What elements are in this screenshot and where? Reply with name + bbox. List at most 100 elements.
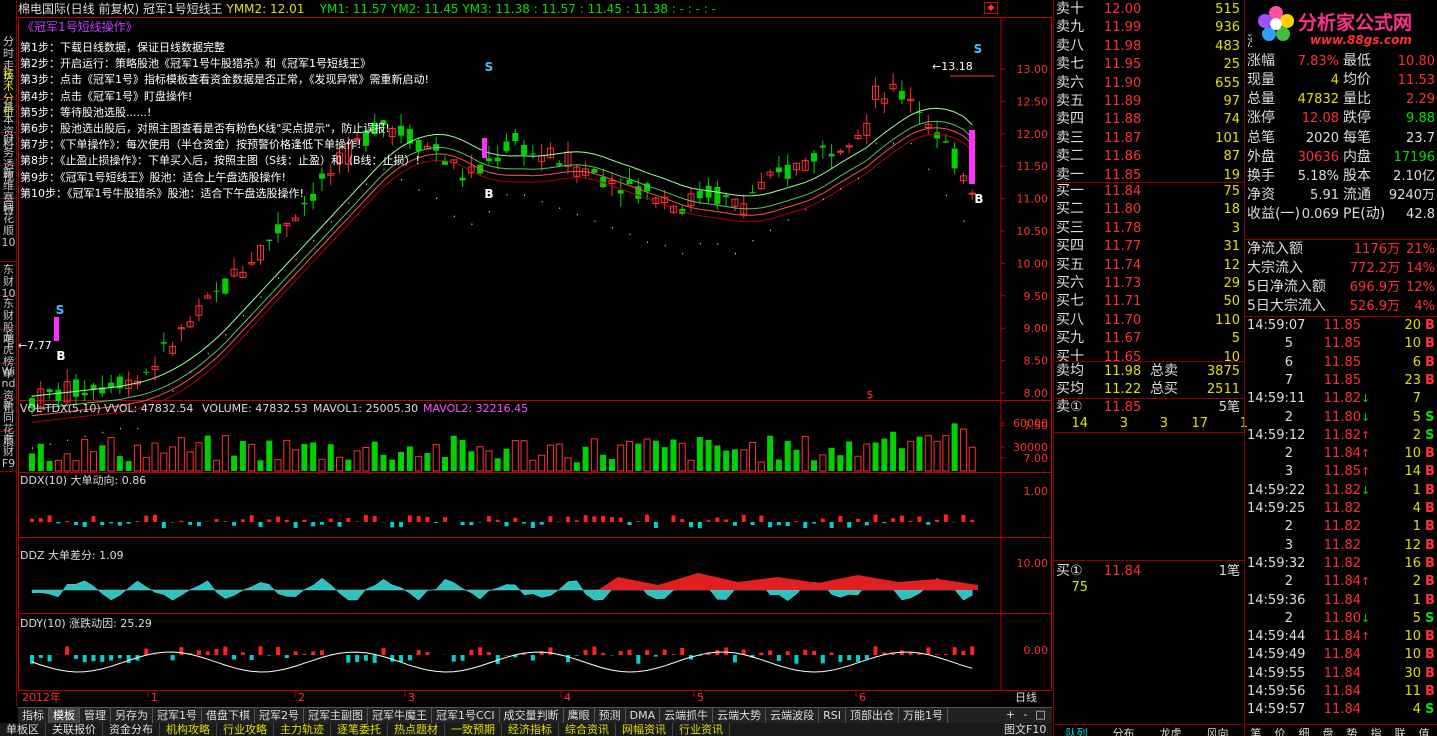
tick-row: 6 11.85 6 B xyxy=(1245,354,1437,372)
sell-signal-marker: S xyxy=(974,42,983,56)
info-tab[interactable]: 价 xyxy=(1268,725,1292,736)
info-tab[interactable]: 盘 xyxy=(1316,725,1340,736)
close-icon[interactable]: ◆ xyxy=(984,2,998,14)
indicator-tab[interactable]: 模板 xyxy=(49,708,80,723)
volume-bar xyxy=(968,446,976,472)
news-tab[interactable]: 资金分布 xyxy=(103,723,160,736)
indicator-tab[interactable]: 冠军牛魔王 xyxy=(368,708,432,723)
order-book-tab[interactable]: 队列 xyxy=(1053,725,1100,736)
order-book-tab[interactable]: 分布 xyxy=(1100,725,1147,736)
queue-item: 3 xyxy=(1159,416,1168,431)
side-tab[interactable]: 技术分析 xyxy=(0,67,17,117)
indicator-tab[interactable]: 冠军1号CCI xyxy=(432,708,500,723)
sell-price: 11.90 xyxy=(1104,75,1142,91)
side-tab[interactable]: 同花顺10 xyxy=(0,199,17,262)
buy-level: 买九 11.67 5 xyxy=(1054,329,1244,348)
side-tab[interactable]: 财务透视 xyxy=(0,133,17,183)
ddy-bar xyxy=(671,654,676,655)
tick-row: 14:59:56 11.84 11 B xyxy=(1245,683,1437,701)
news-tab[interactable]: 单板区 xyxy=(0,723,46,736)
indicator-tab[interactable]: 冠军2号 xyxy=(255,708,304,723)
info-tab[interactable]: 势 xyxy=(1340,725,1364,736)
info-tab[interactable]: 细 xyxy=(1292,725,1316,736)
indicator-tab[interactable]: 万能1号 xyxy=(899,708,948,723)
order-book-tab[interactable]: 龙虎 xyxy=(1147,725,1194,736)
indicator-tab[interactable]: 冠军主副图 xyxy=(304,708,368,723)
indicator-tab[interactable]: DMA xyxy=(626,708,661,723)
side-tab[interactable]: 龙虎榜单 xyxy=(0,330,17,380)
info-tab[interactable]: 指 xyxy=(1364,725,1388,736)
zoom-button[interactable]: + xyxy=(1003,708,1018,721)
buy-label: 买二 xyxy=(1056,201,1084,218)
side-tab[interactable]: Wind资讯 xyxy=(0,364,17,414)
vol-mavol2: MAVOL2: 32216.45 xyxy=(423,402,528,415)
order-book-tab[interactable]: 风向 xyxy=(1194,725,1241,736)
flow-label: 5日大宗流入 xyxy=(1247,298,1326,314)
news-tab[interactable]: 一致预期 xyxy=(445,723,502,736)
candle-body xyxy=(626,179,633,185)
indicator-tab[interactable]: 另存为 xyxy=(111,708,153,723)
ddx-bar xyxy=(592,516,597,522)
info-row: 换手 5.18% 股本 2.10亿 xyxy=(1245,167,1437,186)
info-tab[interactable]: 联 xyxy=(1388,725,1412,736)
tick-row: 7 11.85 23 B xyxy=(1245,372,1437,390)
side-tab[interactable]: 东财10 xyxy=(0,262,17,300)
ddz-label: DDZ 大单差分: 1.09 xyxy=(20,548,124,562)
ddx-bar xyxy=(917,516,922,522)
ddy-bar xyxy=(109,655,114,661)
f10-button[interactable]: 图文F10 xyxy=(1004,723,1046,736)
info-tab[interactable]: 值 xyxy=(1412,725,1436,736)
indicator-tab[interactable]: 指标 xyxy=(18,708,49,723)
side-tab[interactable]: 东财F9 xyxy=(0,432,17,472)
tick-time: 3 xyxy=(1284,464,1293,480)
ddy-bar xyxy=(864,655,869,660)
ddx-bar xyxy=(926,522,931,525)
side-tab[interactable]: 分时走势 xyxy=(0,34,17,84)
news-tab[interactable]: 网幅资讯 xyxy=(616,723,673,736)
news-tab[interactable]: 逐笔委托 xyxy=(331,723,388,736)
news-tab[interactable]: 关联报价 xyxy=(46,723,103,736)
side-tab[interactable]: 东财股吧 xyxy=(0,296,17,346)
news-tab[interactable]: 综合资讯 xyxy=(559,723,616,736)
buy-label: 买六 xyxy=(1056,275,1084,291)
zoom-button[interactable]: □ xyxy=(1033,708,1048,721)
indicator-tab[interactable]: 鹰眼 xyxy=(564,708,595,723)
indicator-tab[interactable]: 云端大势 xyxy=(713,708,767,723)
ddy-bar xyxy=(170,655,175,661)
indicator-tab[interactable]: 冠军1号 xyxy=(153,708,202,723)
indicator-tab[interactable]: 成交量判断 xyxy=(500,708,564,723)
volume-bar xyxy=(546,444,554,472)
indicator-tab[interactable]: 管理 xyxy=(80,708,111,723)
side-tab[interactable]: 基本资料 xyxy=(0,100,17,150)
tick-row: 3 11.85 ↑ 14 B xyxy=(1245,463,1437,481)
side-tab[interactable]: 新同花顺 xyxy=(0,398,17,448)
sell-volume: 936 xyxy=(1215,20,1240,36)
zoom-button[interactable]: - xyxy=(1018,708,1033,721)
news-tab[interactable]: 机构攻略 xyxy=(160,723,217,736)
volume-bar xyxy=(459,439,466,471)
news-tab[interactable]: 主力轨迹 xyxy=(274,723,331,736)
ddx-bar xyxy=(759,515,764,522)
flow-percent: 4% xyxy=(1414,299,1435,314)
vol-mavol1: MAVOL1: 25005.30 xyxy=(313,402,418,415)
indicator-tab[interactable]: 云端抓牛 xyxy=(660,708,714,723)
side-tab[interactable]: 新维赛特 xyxy=(0,166,17,216)
news-tab[interactable]: 经济指标 xyxy=(502,723,559,736)
news-tab[interactable]: 热点题材 xyxy=(388,723,445,736)
news-tab[interactable]: 行业资讯 xyxy=(673,723,730,736)
tick-volume: 11 xyxy=(1404,684,1421,699)
ddy-bar xyxy=(276,646,281,655)
ddx-bar xyxy=(715,517,720,522)
indicator-tab[interactable]: 预测 xyxy=(595,708,626,723)
indicator-tab[interactable]: 借盘下棋 xyxy=(202,708,255,723)
indicator-tab[interactable]: 云端波段 xyxy=(766,708,820,723)
news-tab[interactable]: 行业攻略 xyxy=(217,723,274,736)
indicator-tab[interactable]: RSI xyxy=(819,708,846,723)
indicator-tab[interactable]: 顶部出仓 xyxy=(846,708,899,723)
volume-bar xyxy=(731,449,738,471)
step-line: 第8步：《止盈止损操作》：下单买入后，按照主图（S线：止盈）和（B线：止损）! xyxy=(20,154,420,168)
info-tab[interactable]: 笔 xyxy=(1244,725,1268,736)
tick-price: 11.84 xyxy=(1323,647,1361,663)
volume-bar xyxy=(687,459,695,472)
flow-percent: 12% xyxy=(1406,280,1435,295)
